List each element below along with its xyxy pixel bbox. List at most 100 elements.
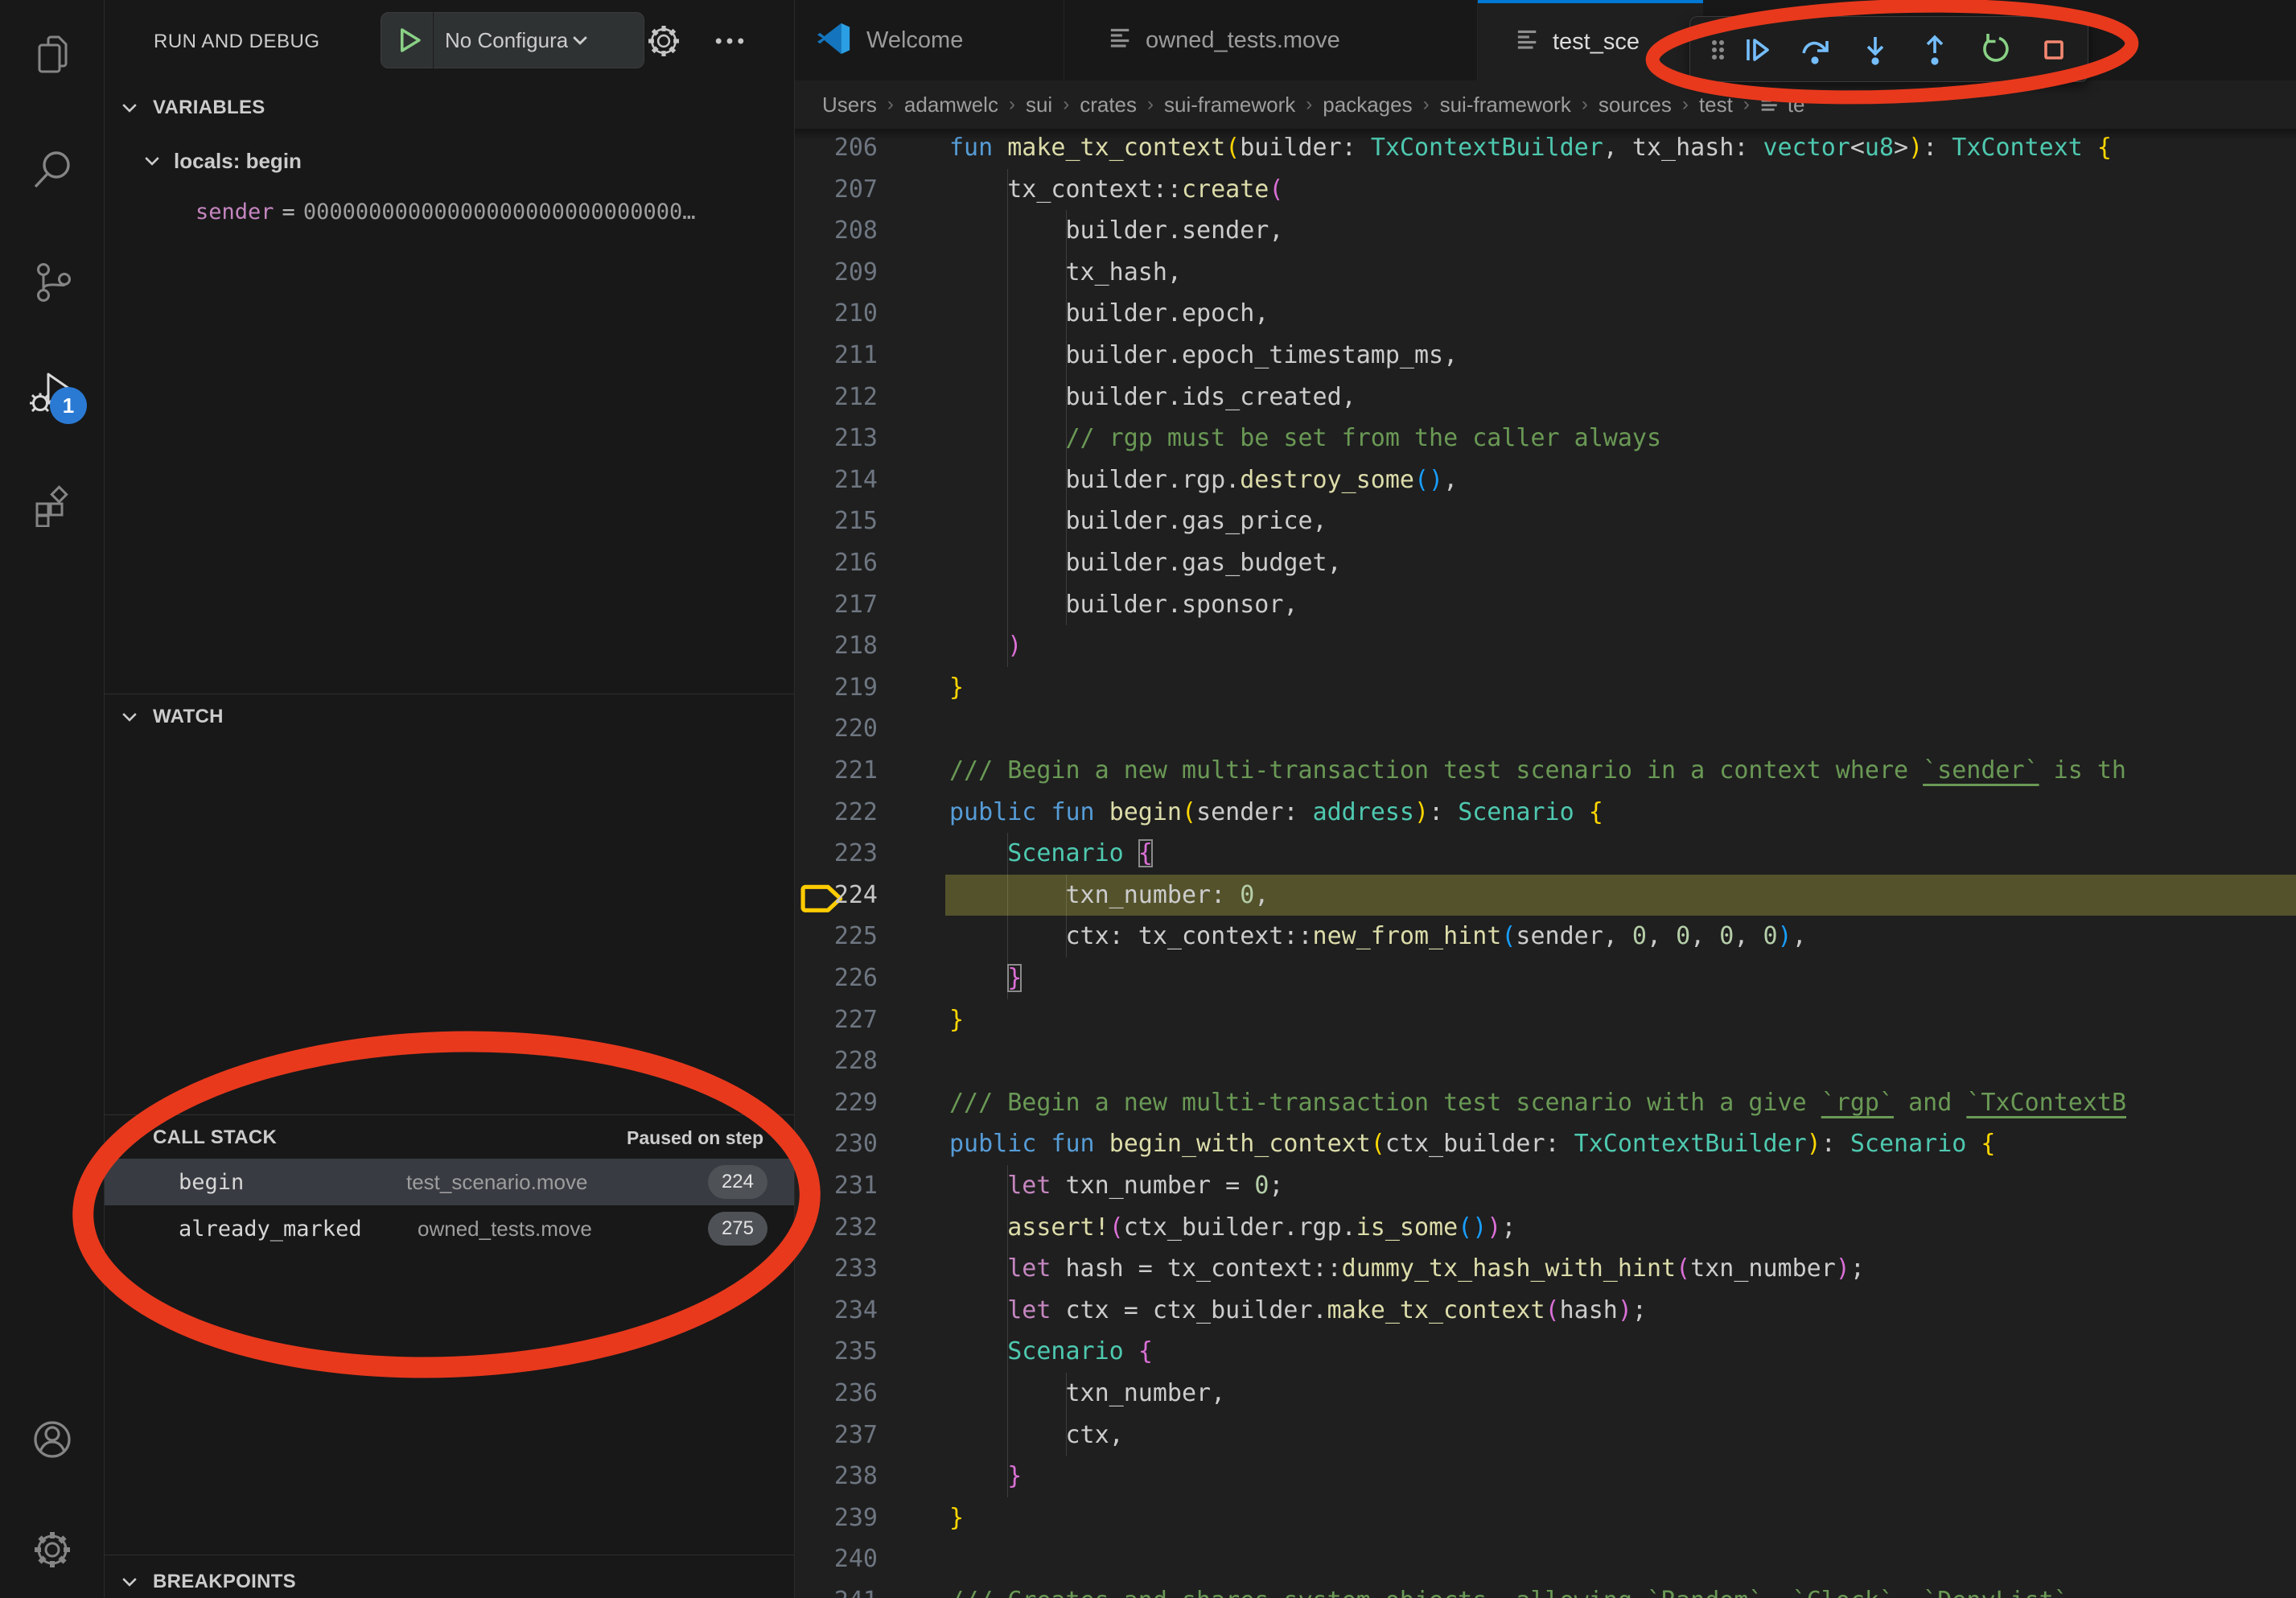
code-line-234[interactable]: 234 let ctx = ctx_builder.make_tx_contex… (795, 1290, 2296, 1332)
code-line-220[interactable]: 220 (795, 708, 2296, 750)
line-number[interactable]: 233 (807, 1248, 878, 1290)
code-line-224[interactable]: 224 txn_number: 0, (795, 875, 2296, 916)
line-number[interactable]: 220 (807, 708, 878, 750)
watch-section-header[interactable]: WATCH (105, 696, 794, 738)
line-number[interactable]: 227 (807, 999, 878, 1041)
code-line-233[interactable]: 233 let hash = tx_context::dummy_tx_hash… (795, 1248, 2296, 1290)
line-number[interactable]: 230 (807, 1123, 878, 1165)
source-control-icon[interactable] (29, 258, 76, 305)
line-number[interactable]: 226 (807, 958, 878, 999)
locals-scope-row[interactable]: locals: begin (142, 140, 302, 182)
search-icon[interactable] (29, 145, 76, 192)
line-number[interactable]: 234 (807, 1290, 878, 1332)
step-over-icon[interactable] (1798, 32, 1833, 68)
variable-row-sender[interactable]: sender = 00000000000000000000000000000… (195, 191, 775, 233)
call-stack-frame-already_marked[interactable]: already_markedowned_tests.move275 (105, 1205, 794, 1252)
line-number[interactable]: 223 (807, 833, 878, 875)
line-number[interactable]: 232 (807, 1207, 878, 1249)
code-line-221[interactable]: 221/// Begin a new multi-transaction tes… (795, 750, 2296, 792)
code-line-236[interactable]: 236 txn_number, (795, 1373, 2296, 1415)
tab-Welcome[interactable]: Welcome (795, 0, 1064, 80)
debug-settings-gear-icon[interactable] (644, 21, 684, 61)
line-number[interactable]: 216 (807, 542, 878, 584)
code-line-226[interactable]: 226 } (795, 958, 2296, 999)
code-line-206[interactable]: 206fun make_tx_context(builder: TxContex… (795, 127, 2296, 169)
line-number[interactable]: 221 (807, 750, 878, 792)
code-line-217[interactable]: 217 builder.sponsor, (795, 584, 2296, 626)
breadcrumb-item-packages[interactable]: packages (1323, 93, 1412, 117)
settings-icon[interactable] (29, 1526, 76, 1573)
code-line-228[interactable]: 228 (795, 1040, 2296, 1082)
tab-owned_tests.move[interactable]: owned_tests.move (1064, 0, 1478, 80)
code-line-208[interactable]: 208 builder.sender, (795, 210, 2296, 252)
code-line-238[interactable]: 238 } (795, 1456, 2296, 1497)
code-line-223[interactable]: 223 Scenario { (795, 833, 2296, 875)
start-debug-icon[interactable] (393, 24, 425, 56)
line-number[interactable]: 208 (807, 210, 878, 252)
breadcrumb-item-sources[interactable]: sources (1599, 93, 1672, 117)
line-number[interactable]: 235 (807, 1331, 878, 1373)
code-line-212[interactable]: 212 builder.ids_created, (795, 377, 2296, 418)
code-line-211[interactable]: 211 builder.epoch_timestamp_ms, (795, 335, 2296, 377)
breadcrumb-item-Users[interactable]: Users (822, 93, 877, 117)
stop-icon[interactable] (2036, 32, 2072, 68)
code-line-229[interactable]: 229/// Begin a new multi-transaction tes… (795, 1082, 2296, 1124)
code-line-240[interactable]: 240 (795, 1538, 2296, 1580)
step-into-icon[interactable] (1858, 32, 1893, 68)
account-icon[interactable] (29, 1416, 76, 1463)
code-line-209[interactable]: 209 tx_hash, (795, 252, 2296, 294)
line-number[interactable]: 217 (807, 584, 878, 626)
code-line-210[interactable]: 210 builder.epoch, (795, 293, 2296, 335)
line-number[interactable]: 215 (807, 500, 878, 542)
breadcrumb-item-test[interactable]: test (1699, 93, 1733, 117)
code-line-237[interactable]: 237 ctx, (795, 1415, 2296, 1456)
line-number[interactable]: 218 (807, 625, 878, 667)
line-number[interactable]: 211 (807, 335, 878, 377)
code-line-232[interactable]: 232 assert!(ctx_builder.rgp.is_some()); (795, 1207, 2296, 1249)
line-number[interactable]: 231 (807, 1165, 878, 1207)
code-line-216[interactable]: 216 builder.gas_budget, (795, 542, 2296, 584)
drag-grip-icon[interactable] (1700, 32, 1721, 68)
line-number[interactable]: 210 (807, 293, 878, 335)
debug-configuration-dropdown[interactable]: No Configura (381, 12, 644, 68)
code-line-225[interactable]: 225 ctx: tx_context::new_from_hint(sende… (795, 916, 2296, 958)
run-and-debug-icon[interactable]: 1 (29, 369, 76, 416)
code-line-213[interactable]: 213 // rgp must be set from the caller a… (795, 418, 2296, 459)
call-stack-frame-begin[interactable]: begintest_scenario.move224 (105, 1159, 794, 1205)
line-number[interactable]: 238 (807, 1456, 878, 1497)
breadcrumb-item-sui-framework[interactable]: sui-framework (1164, 93, 1295, 117)
code-line-218[interactable]: 218 ) (795, 625, 2296, 667)
breadcrumb-item-sui-framework[interactable]: sui-framework (1440, 93, 1571, 117)
code-line-230[interactable]: 230public fun begin_with_context(ctx_bui… (795, 1123, 2296, 1165)
code-line-235[interactable]: 235 Scenario { (795, 1331, 2296, 1373)
code-line-227[interactable]: 227} (795, 999, 2296, 1041)
call-stack-section-header[interactable]: CALL STACK Paused on step (105, 1117, 794, 1159)
more-actions-icon[interactable] (710, 21, 750, 61)
breadcrumb-item-crates[interactable]: crates (1080, 93, 1137, 117)
line-number[interactable]: 241 (807, 1580, 878, 1598)
code-line-219[interactable]: 219} (795, 667, 2296, 709)
line-number[interactable]: 240 (807, 1538, 878, 1580)
line-number[interactable]: 239 (807, 1497, 878, 1539)
code-line-214[interactable]: 214 builder.rgp.destroy_some(), (795, 459, 2296, 501)
line-number[interactable]: 222 (807, 792, 878, 834)
line-number[interactable]: 213 (807, 418, 878, 459)
line-number[interactable]: 207 (807, 169, 878, 211)
extensions-icon[interactable] (29, 480, 76, 527)
code-line-222[interactable]: 222public fun begin(sender: address): Sc… (795, 792, 2296, 834)
line-number[interactable]: 212 (807, 377, 878, 418)
code-line-207[interactable]: 207 tx_context::create( (795, 169, 2296, 211)
line-number[interactable]: 219 (807, 667, 878, 709)
breadcrumb-item-sui[interactable]: sui (1026, 93, 1052, 117)
tab-test_sce[interactable]: test_sce (1478, 0, 1703, 80)
line-number[interactable]: 209 (807, 252, 878, 294)
line-number[interactable]: 236 (807, 1373, 878, 1415)
variables-section-header[interactable]: VARIABLES (105, 87, 794, 129)
continue-icon[interactable] (1738, 32, 1774, 68)
line-number[interactable]: 206 (807, 127, 878, 169)
restart-icon[interactable] (1977, 32, 2012, 68)
explorer-icon[interactable] (29, 32, 76, 79)
code-line-215[interactable]: 215 builder.gas_price, (795, 500, 2296, 542)
code-line-239[interactable]: 239} (795, 1497, 2296, 1539)
line-number[interactable]: 224 (807, 875, 878, 916)
